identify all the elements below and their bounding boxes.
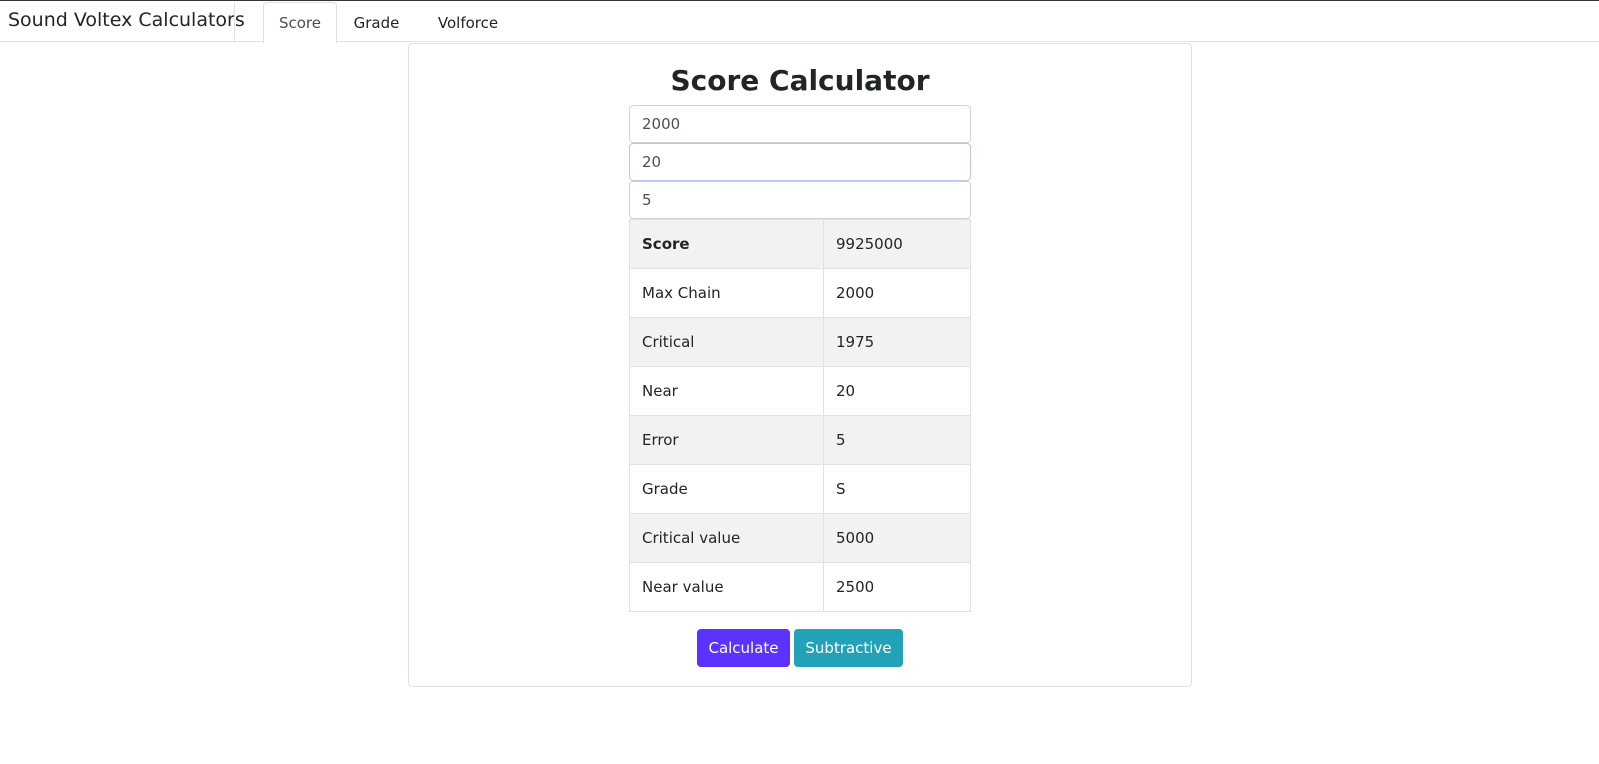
subtractive-button[interactable]: Subtractive: [794, 629, 903, 667]
result-label: Critical value: [629, 513, 824, 563]
table-row: Max Chain 2000: [629, 268, 971, 318]
result-label: Max Chain: [629, 268, 824, 318]
result-label: Score: [629, 219, 824, 269]
result-label: Near value: [629, 562, 824, 612]
calculate-button[interactable]: Calculate: [697, 629, 790, 667]
nav-divider: [234, 2, 235, 43]
table-row: Error 5: [629, 415, 971, 465]
table-row: Grade S: [629, 464, 971, 514]
table-row: Score 9925000: [629, 219, 971, 269]
table-row: Critical 1975: [629, 317, 971, 367]
result-label: Error: [629, 415, 824, 465]
result-value: 2000: [823, 268, 971, 318]
result-value: 5: [823, 415, 971, 465]
result-label: Near: [629, 366, 824, 416]
top-nav: Sound Voltex Calculators Score Grade Vol…: [0, 0, 1599, 44]
app-title[interactable]: Sound Voltex Calculators: [8, 9, 245, 31]
result-value: 9925000: [823, 219, 971, 269]
tab-grade[interactable]: Grade: [340, 2, 413, 43]
page-title: Score Calculator: [670, 64, 930, 97]
tab-score[interactable]: Score: [263, 2, 337, 44]
table-row: Near value 2500: [629, 562, 971, 612]
result-value: S: [823, 464, 971, 514]
result-label: Critical: [629, 317, 824, 367]
error-count-input[interactable]: [629, 181, 971, 219]
result-label: Grade: [629, 464, 824, 514]
result-value: 1975: [823, 317, 971, 367]
max-chain-input[interactable]: [629, 105, 971, 143]
tab-volforce[interactable]: Volforce: [418, 2, 518, 43]
table-row: Critical value 5000: [629, 513, 971, 563]
result-value: 5000: [823, 513, 971, 563]
results-table: Score 9925000 Max Chain 2000 Critical 19…: [629, 219, 971, 612]
score-calculator-card: Score Calculator Score 9925000 Max Chain…: [408, 43, 1192, 687]
table-row: Near 20: [629, 366, 971, 416]
result-value: 2500: [823, 562, 971, 612]
near-count-input[interactable]: [629, 143, 971, 181]
result-value: 20: [823, 366, 971, 416]
